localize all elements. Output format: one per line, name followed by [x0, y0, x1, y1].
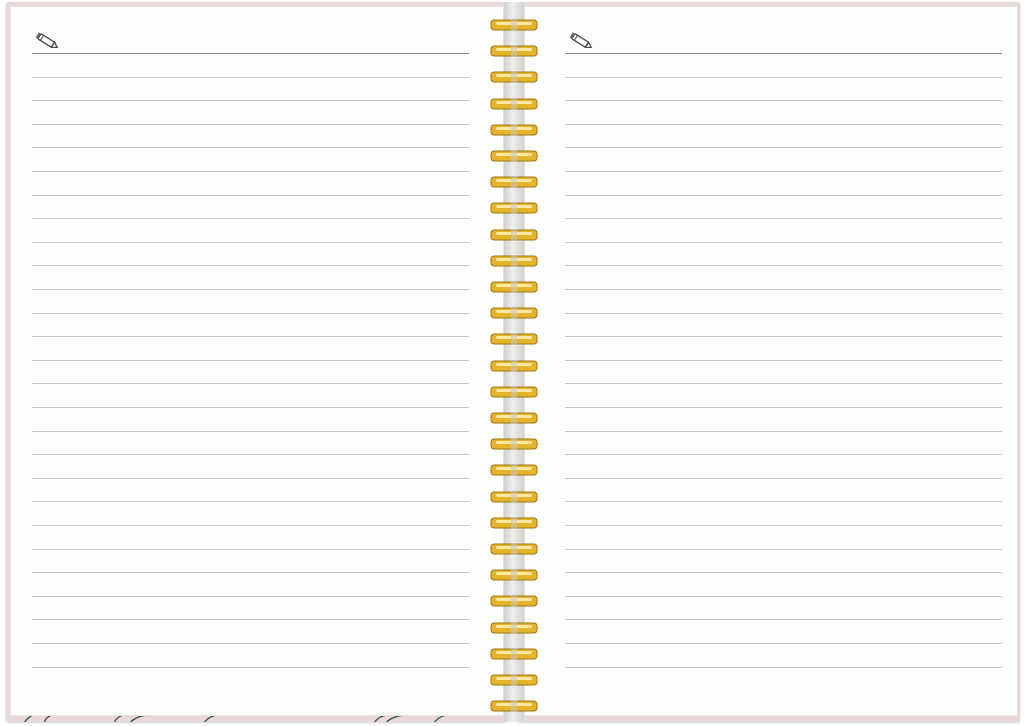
ruled-line [565, 313, 1002, 314]
spiral-coil [490, 514, 538, 529]
ruled-line [565, 454, 1002, 455]
spiral-coil [490, 42, 538, 57]
spiral-coil [490, 304, 538, 319]
ruled-line [32, 147, 469, 148]
ruled-line [32, 265, 469, 266]
ruled-line [32, 100, 469, 101]
spiral-coil [490, 278, 538, 293]
ruled-line [32, 195, 469, 196]
ruled-line [565, 171, 1002, 172]
ruled-line [565, 77, 1002, 78]
ruled-line [32, 242, 469, 243]
ruled-line [32, 667, 469, 668]
ruled-line [565, 596, 1002, 597]
ruled-line [32, 643, 469, 644]
header-rule [565, 53, 1002, 54]
ruled-line [565, 195, 1002, 196]
ruled-line [32, 77, 469, 78]
ruled-line [32, 360, 469, 361]
ruled-line [565, 100, 1002, 101]
spiral-coil [490, 592, 538, 607]
spiral-coil [490, 68, 538, 83]
spiral-coil [490, 252, 538, 267]
ruled-line [32, 619, 469, 620]
spiral-coil [490, 199, 538, 214]
ruled-line [32, 549, 469, 550]
spiral-coil [490, 226, 538, 241]
ruled-line [565, 572, 1002, 573]
spiral-coil [490, 330, 538, 345]
spiral-coil [490, 461, 538, 476]
ruled-line [32, 336, 469, 337]
right-page[interactable] [524, 6, 1018, 716]
spiral-coil [490, 488, 538, 503]
pencil-icon [34, 30, 60, 52]
spiral-coil [490, 383, 538, 398]
ruled-line [32, 478, 469, 479]
ruled-line [565, 147, 1002, 148]
spiral-coil [490, 697, 538, 712]
ruled-line [565, 360, 1002, 361]
ruled-line [565, 289, 1002, 290]
left-page[interactable] [10, 6, 504, 716]
ruled-line [565, 336, 1002, 337]
spiral-coil [490, 645, 538, 660]
ruled-line [32, 124, 469, 125]
spiral-coil [490, 16, 538, 31]
ruled-line [32, 596, 469, 597]
ruled-line [565, 501, 1002, 502]
ruled-line [565, 549, 1002, 550]
ruled-line [32, 572, 469, 573]
spiral-coil [490, 173, 538, 188]
spiral-coil [490, 95, 538, 110]
ruled-line [565, 242, 1002, 243]
ruled-lines [32, 53, 469, 673]
ruled-line [565, 218, 1002, 219]
ruled-line [565, 478, 1002, 479]
spiral-coil [490, 540, 538, 555]
ruled-line [32, 407, 469, 408]
ruled-line [32, 289, 469, 290]
header-rule [32, 53, 469, 54]
ruled-line [32, 431, 469, 432]
ruled-line [32, 501, 469, 502]
spiral-coil [490, 147, 538, 162]
ruled-line [565, 383, 1002, 384]
ruled-line [565, 431, 1002, 432]
ruled-line [32, 525, 469, 526]
ruled-line [32, 383, 469, 384]
spiral-notebook [6, 2, 1020, 722]
spiral-coil [490, 619, 538, 634]
spiral-coil [490, 566, 538, 581]
ruled-lines [565, 53, 1002, 673]
ruled-line [565, 525, 1002, 526]
ruled-line [32, 218, 469, 219]
ruled-line [565, 667, 1002, 668]
ruled-line [32, 454, 469, 455]
spiral-coil [490, 357, 538, 372]
spiral-coil [490, 435, 538, 450]
ruled-line [565, 619, 1002, 620]
ruled-line [32, 313, 469, 314]
pencil-icon [568, 30, 594, 52]
spiral-coil [490, 671, 538, 686]
ruled-line [565, 124, 1002, 125]
ruled-line [565, 265, 1002, 266]
ruled-line [565, 643, 1002, 644]
spiral-coil [490, 121, 538, 136]
ruled-line [32, 171, 469, 172]
ruled-line [565, 407, 1002, 408]
spiral-coil [490, 409, 538, 424]
